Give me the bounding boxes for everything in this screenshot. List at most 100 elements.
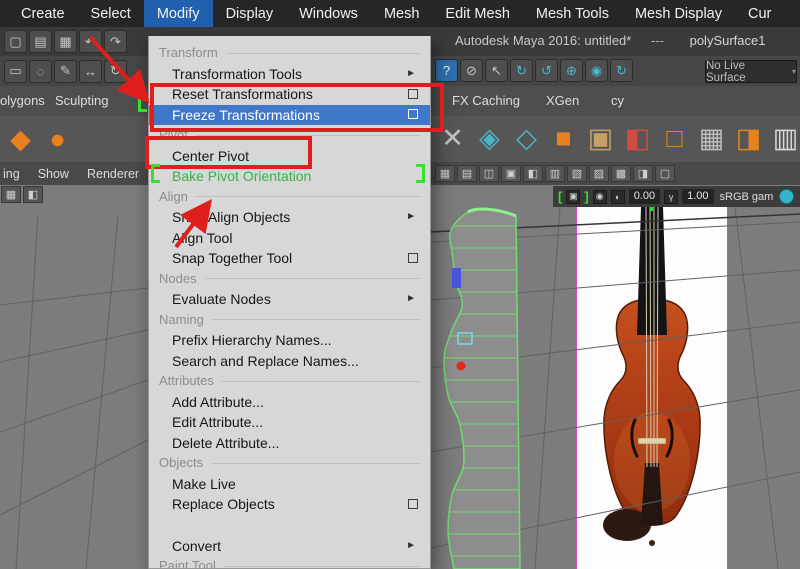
open-scene-icon[interactable]: ▤: [29, 30, 52, 53]
snap-plane-icon[interactable]: ◉: [585, 59, 608, 82]
save-scene-icon[interactable]: ▦: [54, 30, 77, 53]
menubar-item[interactable]: Create: [8, 0, 78, 27]
option-box-icon[interactable]: [408, 498, 418, 509]
modify-menu-item[interactable]: Replace Objects ►: [149, 494, 430, 515]
shadows-toggle-icon[interactable]: ◉: [592, 189, 607, 204]
safe-action-icon[interactable]: ◨: [633, 165, 653, 182]
modify-menu-item[interactable]: Convert ►: [149, 536, 430, 557]
redo-icon[interactable]: ↷: [104, 30, 127, 53]
modify-menu-item[interactable]: Snap Together Tool ►: [149, 248, 430, 269]
construction-history-icon[interactable]: ↻: [610, 59, 633, 82]
combine-icon[interactable]: □: [656, 118, 693, 159]
live-surface-dropdown[interactable]: No Live Surface ▾: [705, 59, 797, 84]
shelf-tab-sculpting[interactable]: Sculpting: [55, 93, 108, 108]
new-scene-icon[interactable]: ▢: [4, 30, 27, 53]
modify-menu-item[interactable]: Search and Replace Names... ►: [149, 351, 430, 372]
modify-menu-item[interactable]: Snap Align Objects ►: [149, 207, 430, 228]
gate-mask-icon[interactable]: ▨: [589, 165, 609, 182]
resolution-gate-icon[interactable]: ▧: [567, 165, 587, 182]
menu-item-label: Objects: [159, 455, 204, 470]
modify-menu-item[interactable]: Make Live ►: [149, 474, 430, 495]
modify-menu-item[interactable]: Transformation Tools ►: [149, 64, 430, 85]
modify-menu-item[interactable]: Center Pivot ►: [149, 146, 430, 167]
isolate-select-icon[interactable]: ▦: [1, 186, 21, 203]
2d-pan-zoom-icon[interactable]: ▣: [501, 165, 521, 182]
menubar-item[interactable]: Windows: [286, 0, 371, 27]
boolean-difference-icon[interactable]: ◧: [619, 118, 656, 159]
panel-menu-item[interactable]: Show: [38, 167, 69, 181]
multi-cut-icon[interactable]: ✕: [434, 118, 471, 159]
extrude-icon[interactable]: ■: [545, 118, 582, 159]
exposure-value[interactable]: 0.00: [628, 189, 661, 204]
bridge-icon[interactable]: ◇: [508, 118, 545, 159]
select-tool-icon[interactable]: ▭: [4, 59, 27, 83]
rotate-tool-icon[interactable]: ↻: [104, 59, 127, 83]
poly-sphere-icon[interactable]: ●: [39, 119, 76, 160]
option-box-icon[interactable]: [408, 252, 418, 263]
snap-curve-icon[interactable]: ↺: [535, 59, 558, 82]
menubar-item[interactable]: Cur: [735, 0, 784, 27]
shelf-tab-polygons[interactable]: olygons: [0, 93, 45, 108]
color-management-icon[interactable]: [779, 189, 795, 204]
lock-selection-icon[interactable]: ⊘: [460, 59, 483, 82]
snap-point-icon[interactable]: ⊕: [560, 59, 583, 82]
modify-menu-item[interactable]: Edit Attribute... ►: [149, 412, 430, 433]
menubar-item[interactable]: Select: [78, 0, 144, 27]
modify-menu-item[interactable]: Delete Attribute... ►: [149, 433, 430, 454]
menubar-item[interactable]: Mesh Display: [622, 0, 735, 27]
panel-menu-item[interactable]: Renderer: [87, 167, 139, 181]
modify-menu-item[interactable]: Bake Pivot Orientation ►: [149, 166, 430, 187]
gamma-value[interactable]: 1.00: [682, 189, 714, 204]
film-gate-icon[interactable]: ▥: [545, 165, 565, 182]
shelf-tab-fx-caching[interactable]: FX Caching: [452, 93, 520, 108]
menubar-item[interactable]: Mesh Tools: [523, 0, 622, 27]
boolean-union-icon[interactable]: ▣: [582, 118, 619, 159]
modify-menu-item[interactable]: Evaluate Nodes ►: [149, 289, 430, 310]
exposure-icon[interactable]: ◐: [610, 189, 625, 204]
bevel-icon[interactable]: ◈: [471, 118, 508, 159]
panel-menu-labels: ing Show Renderer: [0, 167, 139, 181]
icon-glyph: ↺: [541, 62, 552, 78]
violin-illustration: [603, 206, 701, 546]
shelf-tab-cy[interactable]: cy: [611, 93, 624, 108]
select-camera-icon[interactable]: ▦: [435, 165, 455, 182]
violin-image-plane[interactable]: [576, 206, 728, 569]
separate-icon[interactable]: ▦: [693, 118, 730, 159]
undo-icon[interactable]: ↶: [79, 30, 102, 53]
live-surface-label: No Live Surface: [706, 59, 746, 84]
lock-camera-icon[interactable]: ▤: [457, 165, 477, 182]
menubar-item[interactable]: Mesh: [371, 0, 432, 27]
move-tool-icon[interactable]: ↔: [79, 59, 102, 83]
poly-primitive-icon[interactable]: ◆: [2, 119, 39, 160]
menubar-item[interactable]: Edit Mesh: [432, 0, 522, 27]
safe-title-icon[interactable]: ▢: [655, 165, 675, 182]
image-plane-icon[interactable]: ◫: [479, 165, 499, 182]
highlight-selection-icon[interactable]: ↖: [485, 59, 508, 82]
lighting-toggle-icon[interactable]: ▣: [566, 189, 581, 204]
mirror-icon[interactable]: ▥: [767, 118, 800, 159]
lasso-tool-icon[interactable]: ◌: [29, 59, 52, 83]
colorspace-label[interactable]: sRGB gam: [720, 191, 774, 203]
modify-menu-item[interactable]: Prefix Hierarchy Names... ►: [149, 330, 430, 351]
modify-menu-item[interactable]: Align Tool ►: [149, 228, 430, 249]
modify-menu-item[interactable]: Add Attribute... ►: [149, 392, 430, 413]
panel-menu-item[interactable]: ing: [3, 167, 20, 181]
help-icon[interactable]: ?: [435, 59, 458, 82]
gamma-icon[interactable]: γ: [664, 189, 679, 204]
snap-grid-icon[interactable]: ↻: [510, 59, 533, 82]
smooth-icon[interactable]: ◨: [730, 118, 767, 159]
menubar-item[interactable]: Modify: [143, 0, 213, 27]
modify-menu-item[interactable]: Reset Transformations ►: [149, 84, 430, 105]
menubar-item[interactable]: Display: [213, 0, 287, 27]
shelf-tab-xgen[interactable]: XGen: [546, 93, 579, 108]
option-box-icon[interactable]: [408, 109, 418, 119]
paint-select-tool-icon[interactable]: ✎: [54, 59, 77, 83]
wireframe-mesh[interactable]: [424, 200, 540, 569]
option-box-icon[interactable]: [408, 88, 418, 99]
grease-pencil-icon[interactable]: ◧: [523, 165, 543, 182]
icon-glyph: ▥: [549, 168, 561, 180]
xray-icon[interactable]: ◧: [23, 186, 43, 203]
modify-menu-item[interactable]: Freeze Transformations ►: [149, 104, 430, 125]
modify-menu-item: Objects ►: [149, 453, 430, 474]
field-chart-icon[interactable]: ▩: [611, 165, 631, 182]
